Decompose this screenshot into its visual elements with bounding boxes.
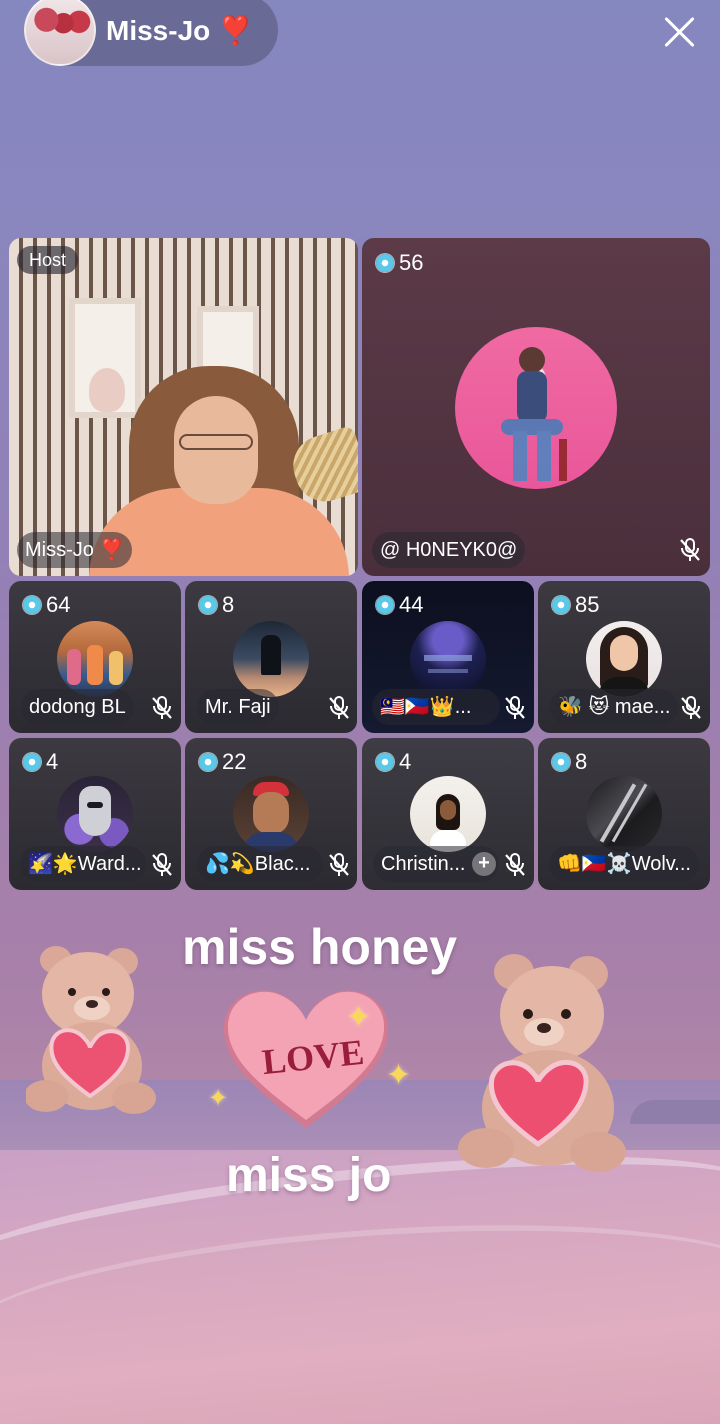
- seat-count-value: 56: [399, 250, 424, 275]
- seat-name: dodong BL: [21, 689, 134, 725]
- diamond-icon: [552, 596, 570, 614]
- mic-muted-icon: [679, 695, 703, 721]
- seat-count: 64: [19, 590, 78, 620]
- seat-name: 🌠🌟Ward...: [20, 846, 146, 882]
- seat-count-value: 85: [575, 592, 600, 617]
- seat-count: 56: [372, 248, 431, 278]
- seat-name: 💦💫Blac...: [197, 846, 323, 882]
- sticker-text-line1: miss honey: [182, 919, 458, 975]
- host-video-tile[interactable]: [9, 238, 358, 576]
- seat-count: 44: [372, 590, 431, 620]
- mic-muted-icon: [327, 695, 351, 721]
- seat-count: 85: [548, 590, 607, 620]
- diamond-icon: [376, 254, 394, 272]
- mic-muted-icon: [150, 852, 174, 878]
- seat-name: 🇲🇾🇵🇭👑...: [372, 689, 500, 725]
- seat-count: 8: [548, 747, 595, 777]
- seat-count-value: 8: [222, 592, 235, 617]
- seat-avatar[interactable]: [233, 776, 309, 852]
- seat-count: 22: [195, 747, 254, 777]
- mic-muted-icon: [503, 852, 527, 878]
- seat-avatar[interactable]: [57, 776, 133, 852]
- diamond-icon: [199, 596, 217, 614]
- seat-count-value: 4: [46, 749, 59, 774]
- headland-background: [630, 1100, 720, 1124]
- seat-avatar[interactable]: [233, 621, 309, 697]
- vase: [89, 368, 125, 412]
- host-profile-chip[interactable]: Miss-Jo ❣️: [24, 0, 278, 66]
- seat-avatar[interactable]: [586, 621, 662, 697]
- seat-count: 4: [19, 747, 66, 777]
- seat-count-value: 44: [399, 592, 424, 617]
- seat-count-value: 22: [222, 749, 247, 774]
- diamond-icon: [23, 596, 41, 614]
- mic-muted-icon: [327, 852, 351, 878]
- teddy-bear-sticker: [458, 952, 628, 1172]
- seat-name: Mr. Faji: [197, 689, 279, 725]
- seat-avatar[interactable]: [410, 621, 486, 697]
- seat-count: 4: [372, 747, 419, 777]
- seat-name: @ H0NEYK0@: [372, 532, 526, 568]
- seat-avatar[interactable]: [410, 776, 486, 852]
- host-badge: Host: [17, 246, 79, 274]
- sparkle-icon: ✦: [386, 1059, 412, 1092]
- seat-avatar[interactable]: [57, 621, 133, 697]
- sparkle-icon: ✦: [346, 1001, 372, 1034]
- diamond-icon: [376, 753, 394, 771]
- seat-avatar[interactable]: [455, 327, 617, 489]
- host-avatar[interactable]: [24, 0, 96, 66]
- host-face: [174, 396, 258, 504]
- diamond-icon: [552, 753, 570, 771]
- seat-count: 8: [195, 590, 242, 620]
- diamond-icon: [23, 753, 41, 771]
- featured-seat-tile[interactable]: [362, 238, 710, 576]
- follow-plus-icon[interactable]: +: [472, 852, 496, 876]
- seat-name: 🐝 😻 mae...: [550, 689, 678, 725]
- sparkle-icon: ✦: [208, 1085, 229, 1112]
- mic-muted-icon: [503, 695, 527, 721]
- seat-count-value: 64: [46, 592, 71, 617]
- mic-muted-icon: [678, 537, 702, 563]
- diamond-icon: [376, 596, 394, 614]
- seat-avatar[interactable]: [586, 776, 662, 852]
- seat-count-value: 4: [399, 749, 412, 774]
- sticker-text-line2: miss jo: [226, 1149, 392, 1202]
- diamond-icon: [199, 753, 217, 771]
- seat-name: 👊🇵🇭☠️Wolv...: [549, 846, 699, 882]
- mic-muted-icon: [150, 695, 174, 721]
- host-name: Miss-Jo ❣️: [106, 14, 253, 46]
- close-icon[interactable]: [660, 12, 700, 52]
- glasses: [179, 434, 253, 450]
- host-name-label: Miss-Jo ❣️: [17, 532, 133, 568]
- seat-count-value: 8: [575, 749, 588, 774]
- teddy-bear-sticker: [24, 946, 156, 1116]
